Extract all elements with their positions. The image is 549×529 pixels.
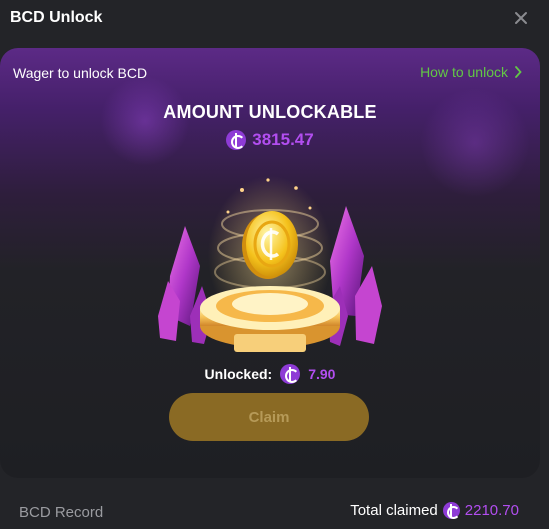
chevron-right-icon [515,66,522,78]
bcd-coin-icon [280,364,301,384]
amount-unlockable-value: 3815.47 [252,130,314,149]
total-claimed-value: 2210.70 [464,502,519,519]
unlocked-label: Unlocked: [204,366,273,382]
total-claimed-label: Total claimed [350,502,438,519]
modal-header: BCD Unlock [0,0,549,38]
how-to-unlock-link[interactable]: How to unlock [420,64,522,80]
unlock-card: Wager to unlock BCD How to unlock AMOUNT… [0,48,540,478]
amount-unlockable-title: AMOUNT UNLOCKABLE [163,102,377,122]
treasure-pedestal-illustration [158,176,382,352]
bcd-unlock-modal: BCD Unlock Wager to unlock BCD How to un… [0,0,549,529]
bcd-coin-icon [226,130,247,150]
unlocked-value: 7.90 [308,366,336,382]
close-icon[interactable] [511,8,531,28]
claim-button[interactable]: Claim [169,393,369,441]
wager-label: Wager to unlock BCD [13,65,148,81]
amount-unlockable-row: 3815.47 [0,130,540,150]
how-to-unlock-label: How to unlock [420,64,508,80]
modal-title: BCD Unlock [10,9,103,26]
unlocked-row: Unlocked: 7.90 [0,364,540,384]
total-claimed: Total claimed 2210.70 [350,502,519,519]
bcd-coin-icon [442,502,460,519]
bcd-record-link[interactable]: BCD Record [19,504,103,521]
